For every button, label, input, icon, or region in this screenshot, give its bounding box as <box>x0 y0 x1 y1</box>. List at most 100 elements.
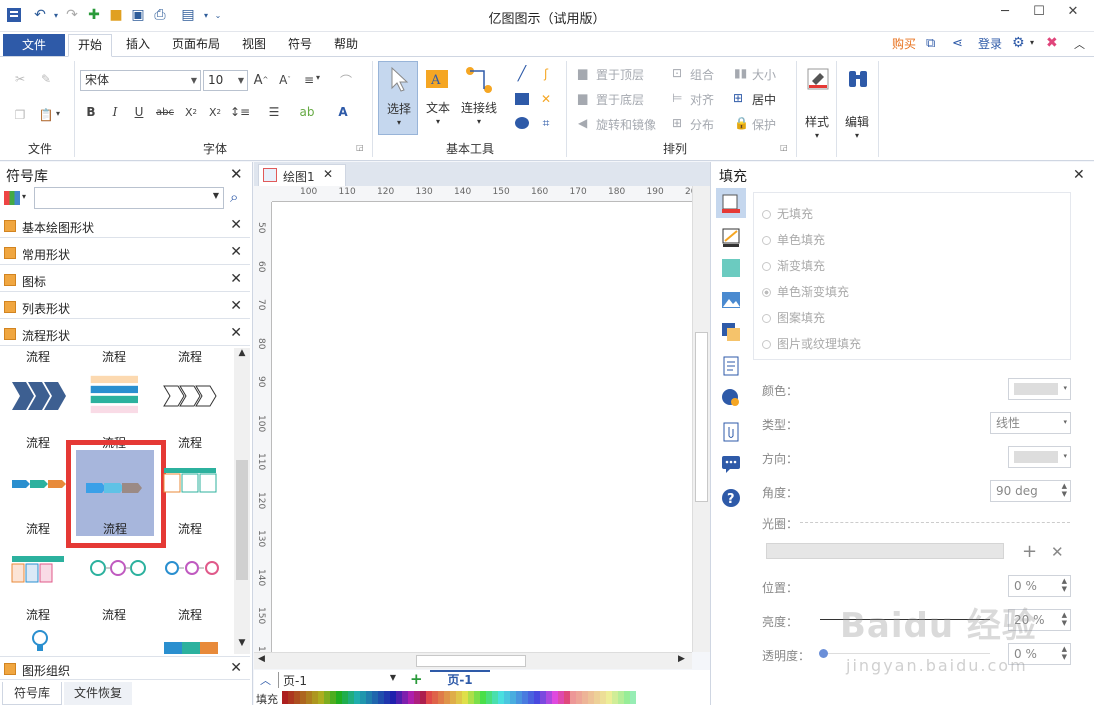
group-label[interactable]: 组合 <box>690 66 714 83</box>
gradient-stop-bar[interactable] <box>766 543 1004 559</box>
category-close-icon[interactable]: ✕ <box>230 325 242 341</box>
tab-insert[interactable]: 插入 <box>116 34 160 57</box>
tab-help[interactable]: 帮助 <box>324 34 368 57</box>
file-menu[interactable]: 文件 <box>3 34 65 56</box>
paste-dropdown-icon[interactable]: ▾ <box>56 109 60 118</box>
style-button[interactable]: 样式 ▾ <box>800 61 834 151</box>
library-categories-icon[interactable] <box>4 191 20 205</box>
hyperlink-globe-icon[interactable] <box>720 387 742 409</box>
add-page-icon[interactable]: + <box>410 670 423 688</box>
library-scrollbar[interactable]: ▲ ▼ <box>234 348 250 654</box>
library-category-list-shapes[interactable]: 列表形状 ✕ <box>0 295 250 319</box>
crop-icon[interactable]: ⌗ <box>536 114 556 132</box>
canvas-horizontal-scrollbar[interactable]: ◀ ▶ <box>254 652 692 669</box>
category-close-icon[interactable]: ✕ <box>230 271 242 287</box>
share-icon[interactable]: ⋖ <box>952 36 963 51</box>
radio-single-gradient-fill[interactable]: 单色渐变填充 <box>762 283 849 300</box>
login-link[interactable]: 登录 <box>970 34 1010 57</box>
drawing-canvas[interactable] <box>272 202 692 652</box>
font-color-icon[interactable]: A <box>334 103 352 121</box>
align-label[interactable]: 对齐 <box>690 91 714 108</box>
bold-icon[interactable]: B <box>82 103 100 121</box>
shrink-font-icon[interactable]: Aˇ <box>276 71 294 89</box>
shadow-icon[interactable] <box>720 257 742 279</box>
bottom-tab-library[interactable]: 符号库 <box>2 682 62 705</box>
text-align-dropdown-icon[interactable]: ▾ <box>316 73 320 82</box>
font-size-select[interactable]: 10 ▼ <box>203 70 248 91</box>
shape-chevron-outline[interactable] <box>160 376 228 416</box>
font-family-select[interactable]: 宋体 ▼ <box>80 70 201 91</box>
fill-panel-close-icon[interactable]: ✕ <box>1073 167 1085 183</box>
line-spacing-icon[interactable]: ↕≡ <box>230 103 250 121</box>
share-screen-icon[interactable]: ⧉ <box>926 36 935 51</box>
fill-tab-active[interactable] <box>716 188 746 218</box>
category-close-icon[interactable]: ✕ <box>230 244 242 260</box>
category-close-icon[interactable]: ✕ <box>230 298 242 314</box>
library-scroll-thumb[interactable] <box>236 460 248 580</box>
color-picker[interactable]: ▾ <box>1008 378 1071 400</box>
library-category-common-shapes[interactable]: 常用形状 ✕ <box>0 241 250 265</box>
minimize-button[interactable]: ─ <box>990 4 1020 26</box>
category-close-icon[interactable]: ✕ <box>230 660 242 676</box>
shape-boxes-arrows[interactable] <box>160 460 228 500</box>
tab-view[interactable]: 视图 <box>232 34 276 57</box>
radio-pattern-fill[interactable]: 图案填充 <box>762 309 825 326</box>
image-icon[interactable] <box>720 289 742 311</box>
library-category-basic-drawing[interactable]: 基本绘图形状 ✕ <box>0 214 250 238</box>
protect-label[interactable]: 保护 <box>752 116 776 133</box>
bottom-tab-file-recovery[interactable]: 文件恢复 <box>64 682 132 705</box>
subscript-icon[interactable]: X2 <box>182 103 200 121</box>
layers-icon[interactable] <box>720 321 742 343</box>
paste-icon[interactable]: 📋 <box>36 105 56 125</box>
collapse-ribbon-icon[interactable]: ︿ <box>1074 36 1085 52</box>
transparency-slider-handle[interactable] <box>819 649 828 658</box>
shape-chevron-blue[interactable] <box>8 376 76 416</box>
library-category-process-shapes[interactable]: 流程形状 ✕ <box>0 322 250 346</box>
maximize-button[interactable]: ☐ <box>1024 4 1054 26</box>
shape-circle-chain[interactable] <box>84 548 152 588</box>
line-shape-icon[interactable]: ╱ <box>512 65 532 83</box>
canvas-vscroll-thumb[interactable] <box>695 332 708 502</box>
distribute-label[interactable]: 分布 <box>690 116 714 133</box>
close-window-button[interactable]: ✕ <box>1058 4 1088 26</box>
arrange-dialog-launcher-icon[interactable]: ◲ <box>780 143 788 152</box>
angle-spinner[interactable]: 90 deg ▲ ▼ <box>990 480 1071 502</box>
category-close-icon[interactable]: ✕ <box>230 217 242 233</box>
shape-circle-arrows[interactable] <box>160 548 228 588</box>
page-tab-active[interactable]: 页-1 <box>430 670 490 690</box>
library-close-icon[interactable]: ✕ <box>230 165 243 183</box>
library-category-org[interactable]: 图形组织 ✕ <box>0 656 250 680</box>
grow-font-icon[interactable]: A ^ <box>252 71 270 89</box>
page-select[interactable]: 页-1 ▼ <box>278 672 398 688</box>
underline-icon[interactable]: U <box>130 103 148 121</box>
text-tool-button[interactable]: A 文本 ▾ <box>420 61 456 135</box>
page-list-collapse-icon[interactable]: ︿ <box>260 672 271 688</box>
shape-list-boxes[interactable] <box>8 548 76 588</box>
page-properties-icon[interactable] <box>720 355 742 377</box>
rotate-mirror-label[interactable]: 旋转和镜像 <box>596 116 656 133</box>
scroll-up-icon[interactable]: ▲ <box>234 348 250 364</box>
highlight-color-icon[interactable]: ab <box>296 103 318 121</box>
cut-icon[interactable]: ✂ <box>10 69 30 89</box>
shape-arrow-bars[interactable] <box>84 374 152 414</box>
ellipse-shape-icon[interactable] <box>512 114 532 132</box>
help-icon[interactable]: ? <box>720 487 742 509</box>
library-category-icons[interactable]: 图标 ✕ <box>0 268 250 292</box>
buy-link[interactable]: 购买 <box>884 34 924 57</box>
radio-solid-fill[interactable]: 单色填充 <box>762 231 825 248</box>
scroll-down-icon[interactable]: ▼ <box>234 638 250 654</box>
hscroll-left-icon[interactable]: ◀ <box>258 654 265 664</box>
italic-icon[interactable]: I <box>106 103 124 121</box>
settings-gear-icon[interactable]: ⚙ <box>1012 35 1025 51</box>
arc-shape-icon[interactable]: ʃ <box>536 65 556 83</box>
canvas-hscroll-thumb[interactable] <box>416 655 526 667</box>
connector-tool-button[interactable]: 连接线 ▾ <box>458 61 500 135</box>
send-back-label[interactable]: 置于底层 <box>596 91 644 108</box>
strikethrough-icon[interactable]: abc <box>154 103 176 121</box>
comment-icon[interactable] <box>720 453 742 475</box>
add-stop-icon[interactable]: + <box>1022 541 1037 562</box>
color-swatch[interactable] <box>630 691 636 704</box>
tab-home[interactable]: 开始 <box>68 34 112 57</box>
color-swatches[interactable] <box>282 691 636 704</box>
superscript-icon[interactable]: X2 <box>206 103 224 121</box>
